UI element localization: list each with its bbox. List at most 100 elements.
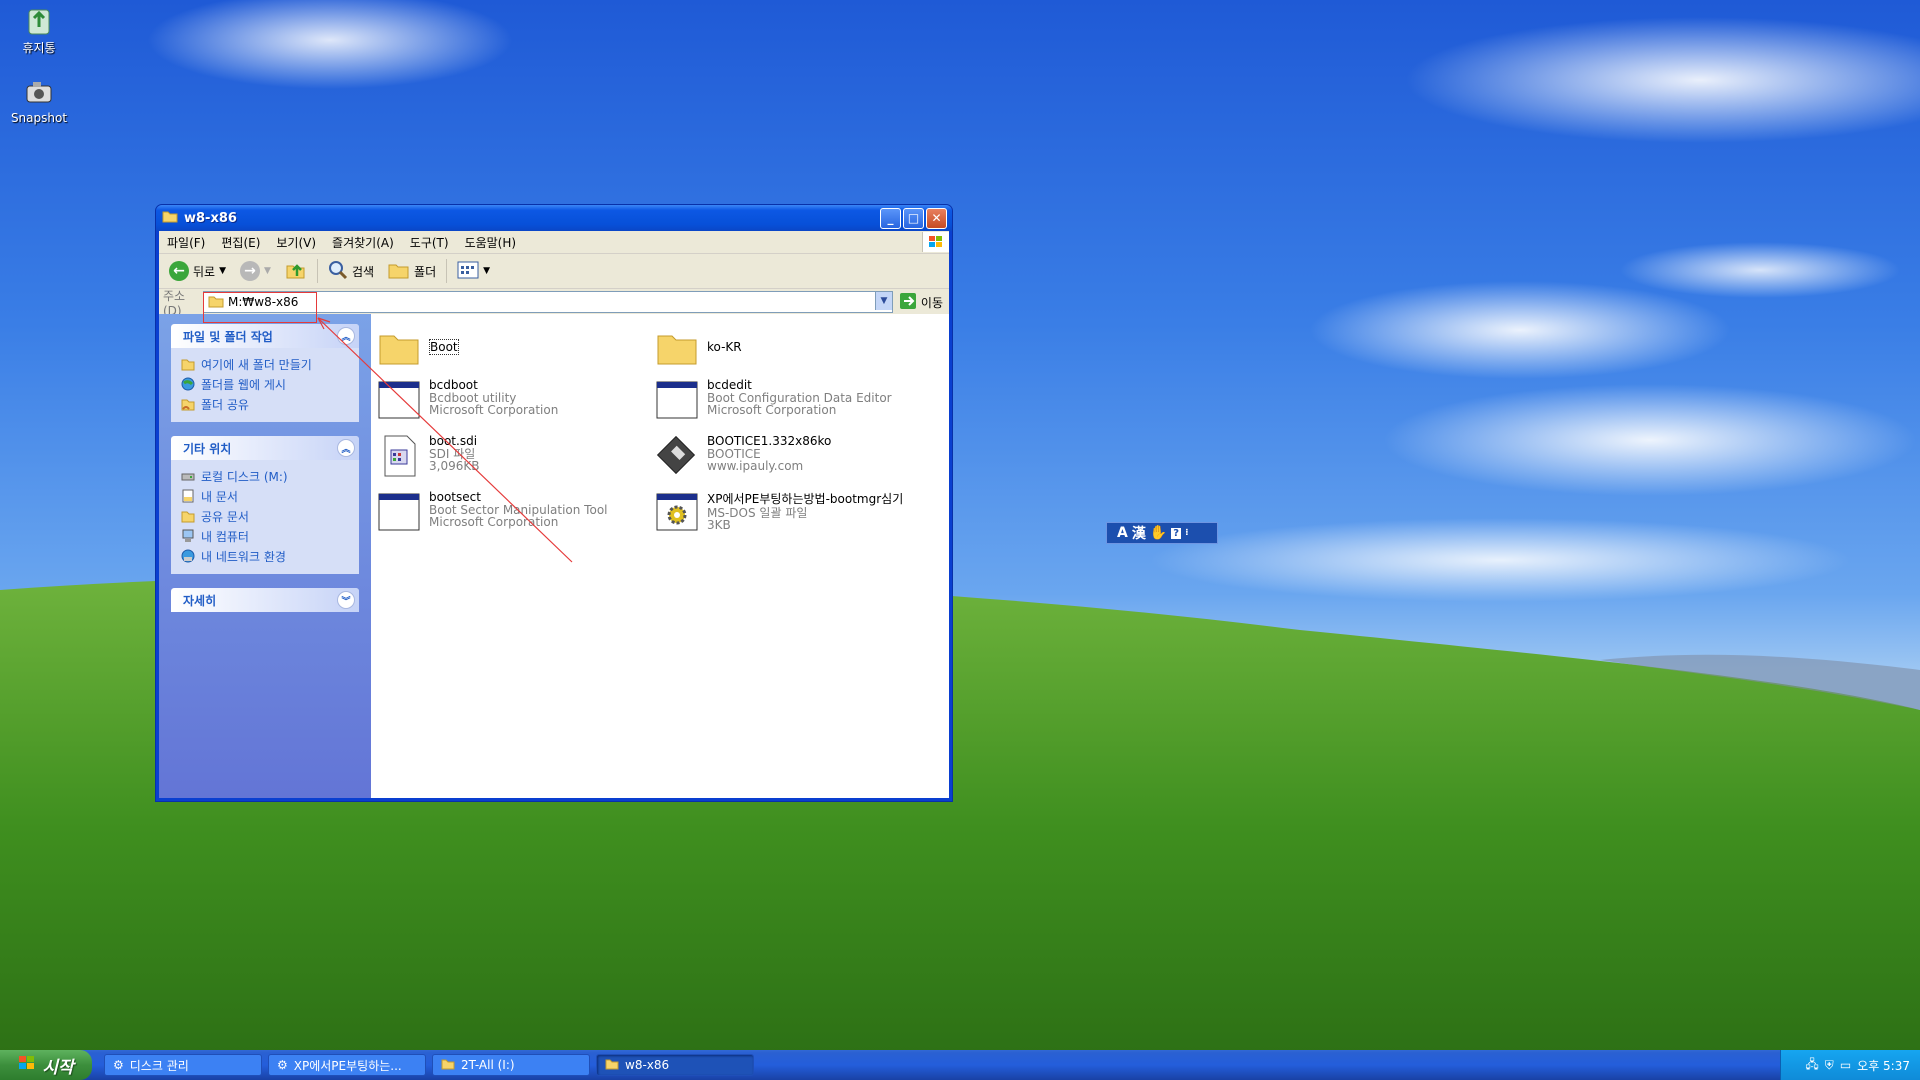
desktop-icon-label: 휴지통 [22, 41, 56, 55]
network-tray-icon[interactable]: 🖧 [1805, 1055, 1818, 1076]
folder-icon [441, 1058, 455, 1073]
application-window-icon [377, 490, 421, 534]
window-content: 파일 및 폴더 작업 ︽ 여기에 새 폴더 만들기 폴더를 웹에 게시 폴더 공… [159, 314, 949, 798]
task-link-new-folder[interactable]: 여기에 새 폴더 만들기 [181, 354, 349, 374]
ime-language-bar[interactable]: A 漢 ✋ ? ⁝ [1106, 522, 1218, 544]
task-link-label: 여기에 새 폴더 만들기 [201, 357, 312, 372]
ime-options-icon[interactable]: ⁝ [1185, 528, 1188, 538]
place-link-label: 공유 문서 [201, 509, 249, 524]
windows-logo-icon [18, 1055, 36, 1076]
go-button[interactable]: 이동 [893, 292, 949, 313]
file-name: ko-KR [707, 340, 742, 354]
back-button[interactable]: ← 뒤로 ▼ [165, 261, 230, 281]
folder-icon [388, 261, 410, 282]
desktop-icon-label: Snapshot [10, 111, 68, 125]
taskbar-item-2t-all[interactable]: 2T-All (I:) [432, 1054, 590, 1076]
up-folder-icon [285, 260, 307, 283]
close-icon: ✕ [931, 211, 942, 225]
chevron-down-icon: ▼ [219, 266, 227, 276]
maximize-button[interactable]: □ [903, 207, 924, 229]
forward-button[interactable]: → ▼ [236, 261, 275, 281]
place-link-my-network[interactable]: 내 네트워크 환경 [181, 546, 349, 566]
file-list: Boot ko-KR bcdboot Bcdboot utility Microso… [371, 314, 949, 798]
ime-mode[interactable]: A [1117, 525, 1128, 541]
documents-icon [181, 489, 195, 503]
file-name: Boot [429, 339, 459, 355]
globe-icon [181, 377, 195, 391]
search-icon [328, 260, 348, 283]
toolbar: ← 뒤로 ▼ → ▼ 검색 폴더 ▼ [159, 254, 949, 289]
menu-view[interactable]: 보기(V) [268, 234, 324, 251]
file-item-batch[interactable]: XP에서PE부팅하는방법-bootmgr심기 MS-DOS 일괄 파일 3KB [655, 490, 903, 534]
folder-icon [162, 209, 178, 227]
new-folder-icon [181, 357, 195, 371]
place-link-shared-documents[interactable]: 공유 문서 [181, 506, 349, 526]
chevron-down-icon: ▼ [483, 266, 491, 276]
ime-hand-icon[interactable]: ✋ [1150, 525, 1167, 541]
desktop-icon-recycle-bin[interactable]: 휴지통 [1, 4, 77, 56]
file-item-ko-kr-folder[interactable]: ko-KR [655, 326, 742, 370]
taskbar-item-disk-management[interactable]: ⚙ 디스크 관리 [104, 1054, 262, 1076]
file-item-boot-folder[interactable]: Boot [377, 326, 459, 370]
file-company: Microsoft Corporation [429, 403, 559, 417]
taskbar: 시작 ⚙ 디스크 관리 ⚙ XP에서PE부팅하는... 2T-All (I:) … [0, 1050, 1920, 1080]
place-link-my-documents[interactable]: 내 문서 [181, 486, 349, 506]
file-item-bcdboot[interactable]: bcdboot Bcdboot utility Microsoft Corporat… [377, 378, 558, 422]
panel-header[interactable]: 기타 위치 ︽ [171, 436, 359, 460]
address-dropdown-button[interactable]: ▼ [874, 292, 892, 310]
file-name: XP에서PE부팅하는방법-bootmgr심기 [707, 492, 904, 506]
place-link-local-disk[interactable]: 로컬 디스크 (M:) [181, 466, 349, 486]
place-link-my-computer[interactable]: 내 컴퓨터 [181, 526, 349, 546]
menu-favorites[interactable]: 즐겨찾기(A) [324, 234, 402, 251]
minimize-button[interactable]: _ [880, 207, 901, 229]
batch-file-icon: ⚙ [277, 1058, 288, 1072]
up-folder-button[interactable] [281, 260, 311, 283]
ime-hanja[interactable]: 漢 [1132, 523, 1146, 543]
collapse-icon[interactable]: ︽ [337, 327, 355, 345]
file-item-bcdedit[interactable]: bcdedit Boot Configuration Data Editor Mic… [655, 378, 892, 422]
search-button[interactable]: 검색 [324, 260, 378, 283]
clock[interactable]: 오후 5:37 [1857, 1057, 1910, 1074]
chevron-down-icon: ▼ [264, 266, 271, 276]
file-folder-tasks-panel: 파일 및 폴더 작업 ︽ 여기에 새 폴더 만들기 폴더를 웹에 게시 폴더 공… [171, 324, 359, 422]
file-company: www.ipauly.com [707, 459, 804, 473]
help-icon[interactable]: ? [1171, 527, 1182, 539]
folder-icon [181, 509, 195, 523]
file-type: MS-DOS 일괄 파일 [707, 506, 808, 520]
expand-icon[interactable]: ︾ [337, 591, 355, 609]
address-label: 주소(D) [163, 288, 186, 318]
taskbar-item-xp-pe[interactable]: ⚙ XP에서PE부팅하는... [268, 1054, 426, 1076]
file-item-bootice[interactable]: BOOTICE1.332x86ko BOOTICE www.ipauly.com [655, 434, 831, 478]
file-item-bootsect[interactable]: bootsect Boot Sector Manipulation Tool Mic… [377, 490, 608, 534]
start-button[interactable]: 시작 [0, 1050, 92, 1080]
battery-tray-icon[interactable]: ▭ [1840, 1058, 1851, 1072]
application-window-icon [655, 378, 699, 422]
file-name: bcdedit [707, 378, 752, 392]
recycle-bin-icon [23, 4, 55, 36]
menu-file[interactable]: 파일(F) [159, 234, 213, 251]
panel-header[interactable]: 파일 및 폴더 작업 ︽ [171, 324, 359, 348]
file-size: 3,096KB [429, 459, 480, 473]
place-link-label: 내 컴퓨터 [201, 529, 249, 544]
place-link-label: 내 문서 [201, 489, 238, 504]
folders-button[interactable]: 폴더 [384, 261, 440, 282]
task-link-publish-web[interactable]: 폴더를 웹에 게시 [181, 374, 349, 394]
panel-header[interactable]: 자세히 ︾ [171, 588, 359, 612]
close-button[interactable]: ✕ [926, 207, 947, 229]
window-titlebar[interactable]: w8-x86 _ □ ✕ [156, 205, 952, 231]
security-tray-icon[interactable]: ⛨ [1825, 1058, 1834, 1073]
menu-edit[interactable]: 편집(E) [213, 234, 268, 251]
menu-tools[interactable]: 도구(T) [402, 234, 457, 251]
collapse-icon[interactable]: ︽ [337, 439, 355, 457]
task-link-share-folder[interactable]: 폴더 공유 [181, 394, 349, 414]
panel-title: 기타 위치 [183, 441, 232, 456]
taskbar-item-w8-x86[interactable]: w8-x86 [596, 1054, 754, 1076]
file-item-boot-sdi[interactable]: boot.sdi SDI 파일 3,096KB [377, 434, 479, 478]
back-label: 뒤로 [193, 264, 216, 279]
desktop-icon-snapshot[interactable]: Snapshot [1, 76, 77, 125]
disk-management-icon: ⚙ [113, 1058, 124, 1072]
task-pane: 파일 및 폴더 작업 ︽ 여기에 새 폴더 만들기 폴더를 웹에 게시 폴더 공… [159, 314, 371, 798]
folder-icon [605, 1058, 619, 1073]
views-button[interactable]: ▼ [453, 261, 494, 282]
menu-help[interactable]: 도움말(H) [457, 234, 525, 251]
